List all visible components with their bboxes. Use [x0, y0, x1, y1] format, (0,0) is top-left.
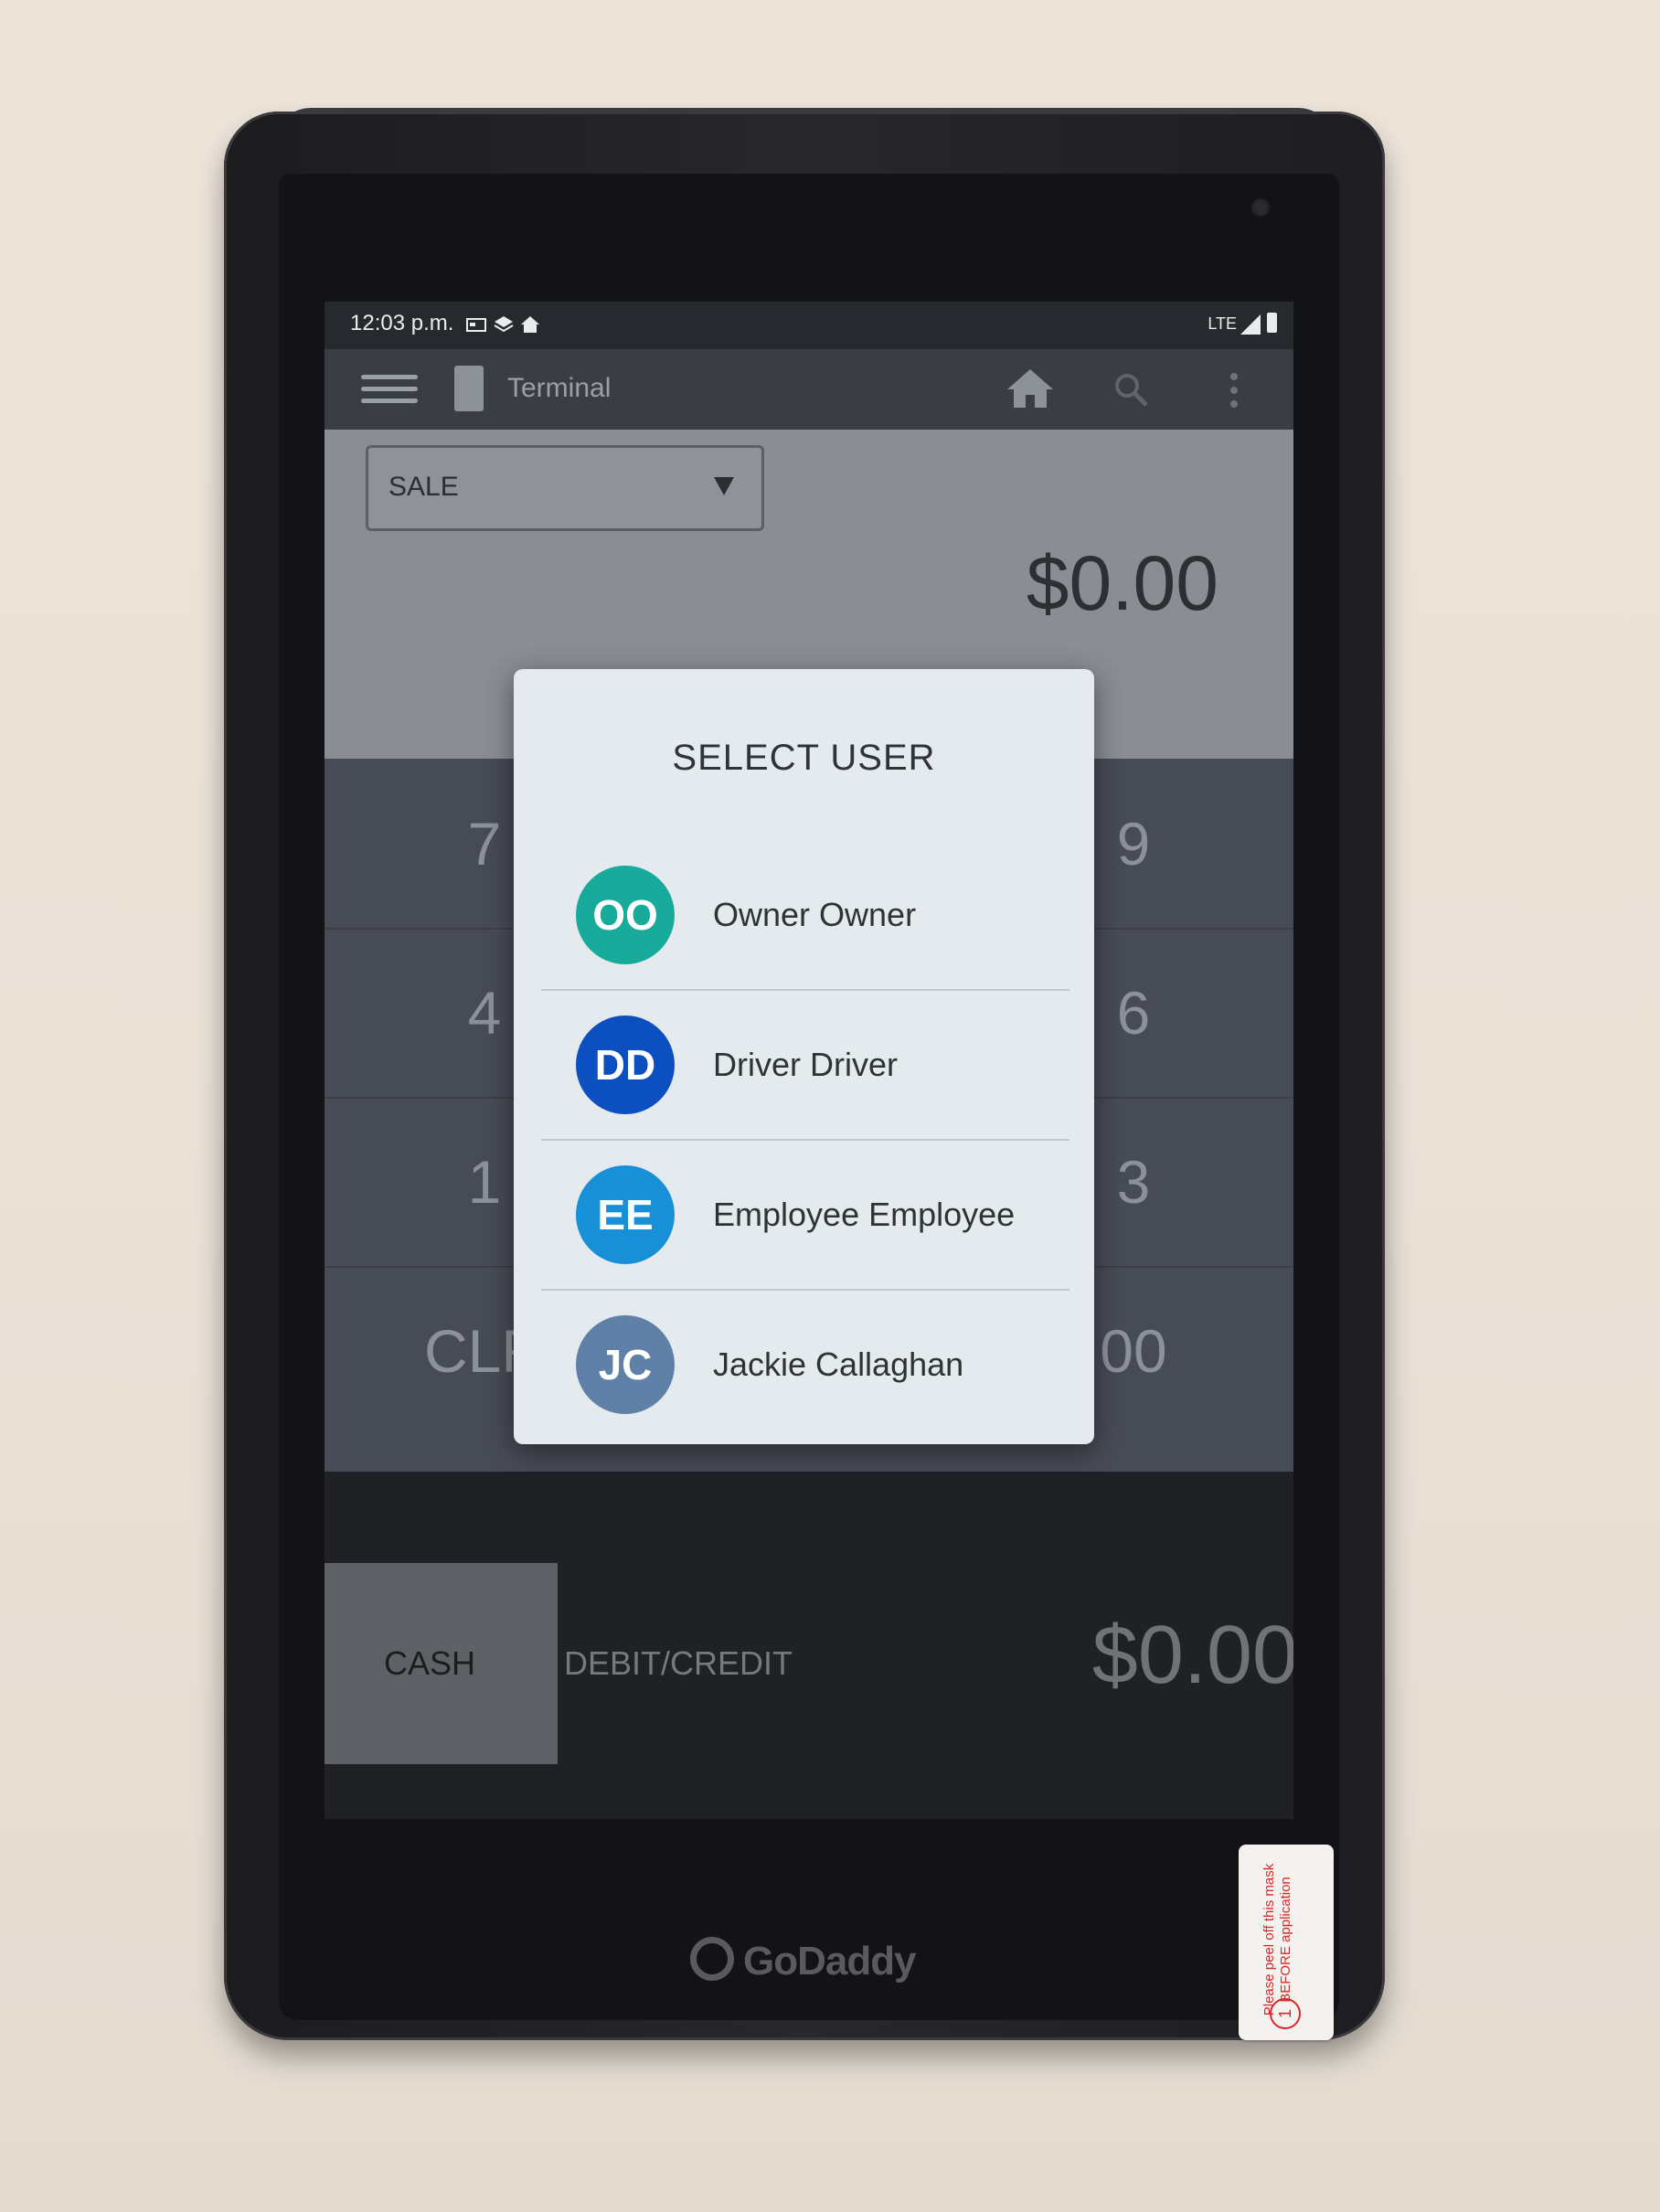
menu-icon[interactable]: [361, 375, 418, 404]
payment-bar: CASH DEBIT/CREDIT $0.00: [325, 1472, 1293, 1819]
peel-sticker: Please peel off this mask BEFORE applica…: [1239, 1845, 1334, 2040]
dropdown-arrow-icon: [714, 477, 734, 495]
camera-icon: [1250, 197, 1271, 218]
sticker-number: 1: [1270, 1998, 1301, 2029]
terminal-icon: [454, 366, 484, 411]
avatar: OO: [576, 866, 675, 964]
user-name: Owner Owner: [713, 896, 917, 933]
godaddy-logo-icon: [690, 1937, 734, 1981]
user-name: Jackie Callaghan: [713, 1345, 964, 1383]
avatar: JC: [576, 1315, 675, 1414]
user-name: Driver Driver: [713, 1046, 898, 1083]
app-bar: Terminal: [325, 349, 1293, 430]
status-time: 12:03 p.m.: [350, 311, 454, 335]
user-row-owner[interactable]: OO Owner Owner: [541, 841, 1069, 991]
cash-button[interactable]: CASH: [325, 1563, 558, 1764]
card-reader-icon: [466, 318, 486, 332]
signal-icon: [1240, 314, 1261, 335]
search-icon[interactable]: [1112, 371, 1149, 408]
status-bar: 12:03 p.m. LTE: [325, 302, 1293, 349]
battery-icon: [1267, 313, 1277, 333]
sale-amount: $0.00: [1026, 540, 1218, 626]
brand-name: GoDaddy: [743, 1939, 917, 1983]
app-title: Terminal: [507, 373, 612, 403]
user-row-driver[interactable]: DD Driver Driver: [541, 991, 1069, 1141]
device-screen: 12:03 p.m. LTE Terminal SALE $0.00 7 8 9: [325, 302, 1293, 1819]
transaction-type-dropdown[interactable]: SALE: [366, 445, 764, 531]
more-options-icon[interactable]: [1229, 373, 1239, 409]
total-amount: $0.00: [1091, 1610, 1293, 1701]
avatar: EE: [576, 1165, 675, 1264]
home-icon[interactable]: [1006, 367, 1055, 409]
user-row-employee[interactable]: EE Employee Employee: [541, 1141, 1069, 1291]
home-status-icon: [521, 316, 539, 333]
user-name: Employee Employee: [713, 1196, 1016, 1233]
layers-icon: [494, 316, 514, 333]
network-type: LTE: [1208, 314, 1237, 333]
user-row-jackie[interactable]: JC Jackie Callaghan: [541, 1291, 1069, 1441]
avatar: DD: [576, 1016, 675, 1114]
select-user-dialog: SELECT USER OO Owner Owner DD Driver Dri…: [514, 669, 1094, 1444]
transaction-type-value: SALE: [388, 472, 459, 502]
dialog-title: SELECT USER: [672, 738, 936, 778]
debit-credit-button[interactable]: DEBIT/CREDIT: [564, 1563, 802, 1764]
